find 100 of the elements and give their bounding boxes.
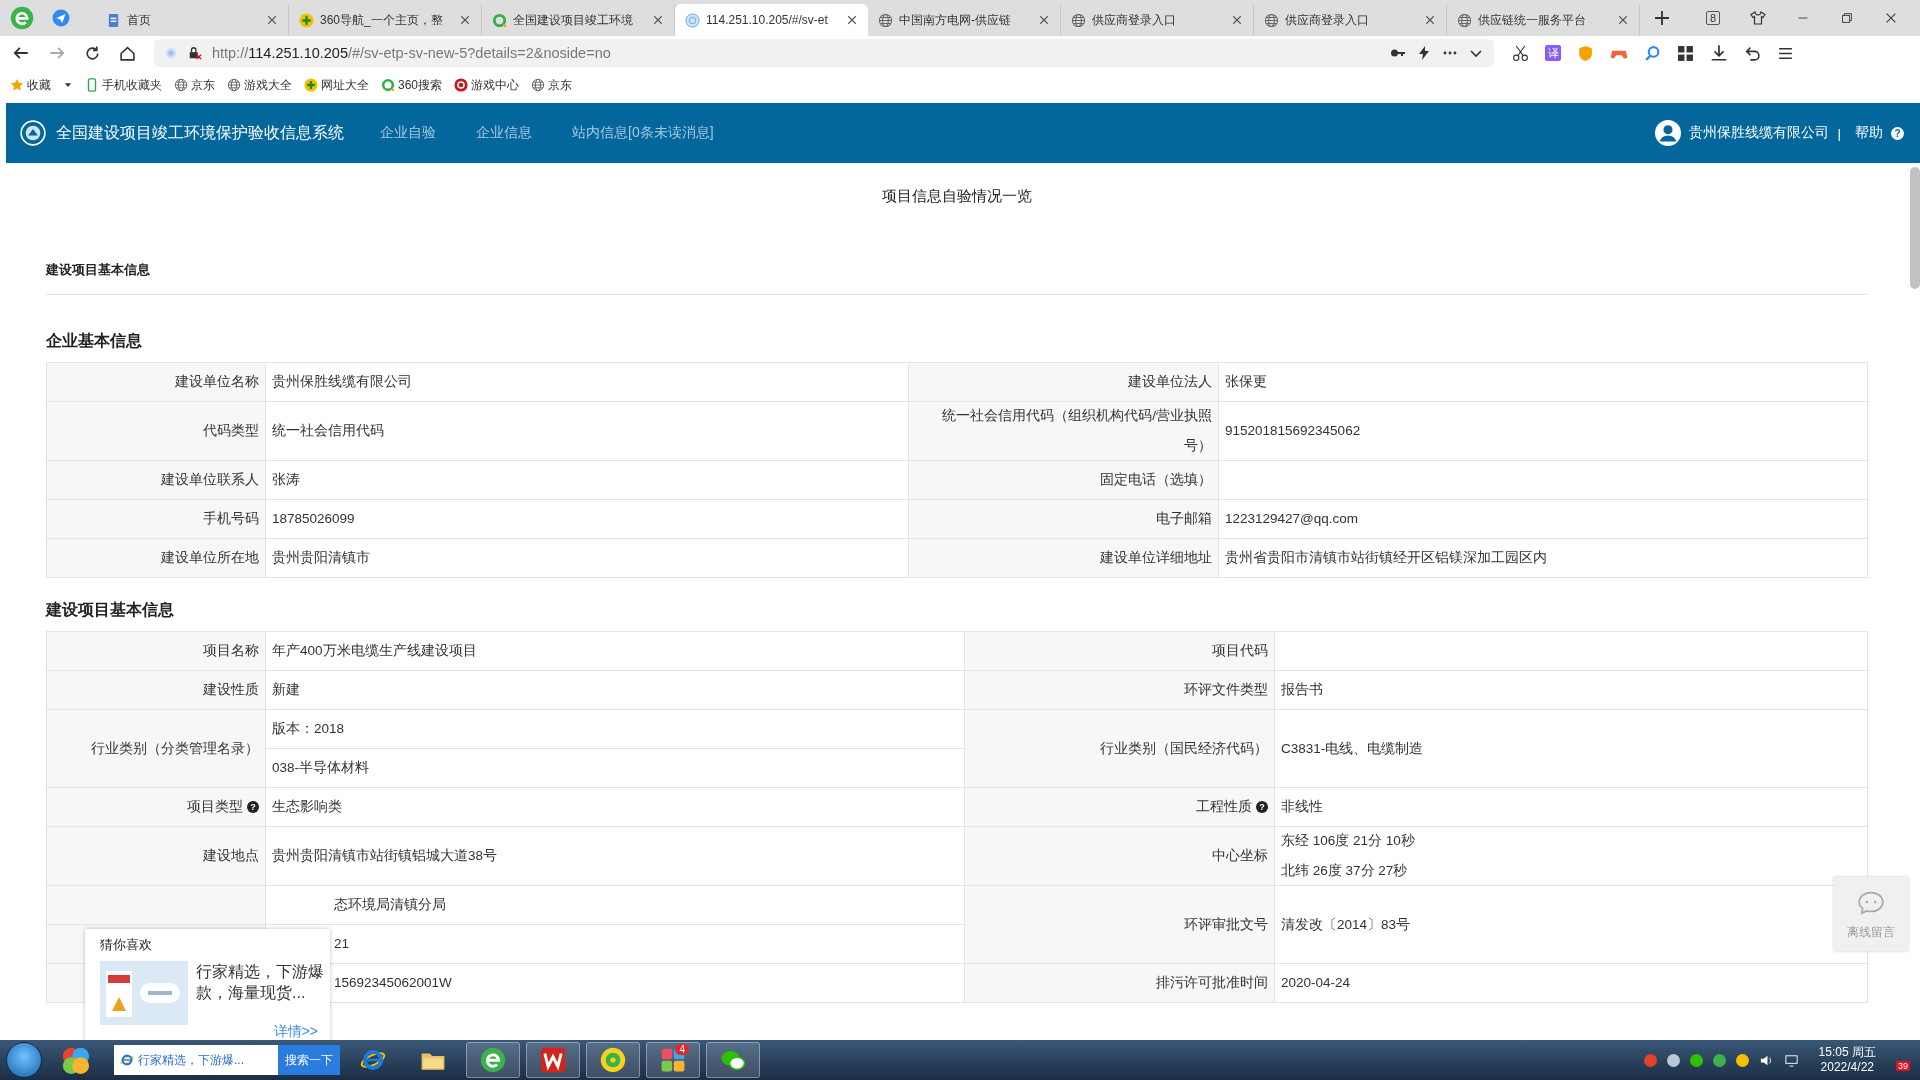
field-value: 18785026099 xyxy=(272,511,355,526)
help-icon[interactable]: ? xyxy=(1256,801,1268,813)
tray-icon[interactable] xyxy=(1643,1053,1657,1067)
search-field[interactable]: 行家精选，下游爆... xyxy=(114,1045,278,1075)
office-icon xyxy=(540,1047,566,1073)
taskbar-app[interactable] xyxy=(706,1042,760,1078)
tray-icon[interactable] xyxy=(1689,1053,1703,1067)
bookmark[interactable]: 手机收藏夹 xyxy=(85,76,162,94)
bookmark[interactable]: 网址大全 xyxy=(304,76,369,94)
browser-tab[interactable]: 114.251.10.205/#/sv-et xyxy=(675,4,868,36)
restore-icon xyxy=(1840,11,1854,25)
translate-button[interactable]: 译 xyxy=(1545,45,1561,61)
popup-text: 行家精选，下游爆款，海量现货... xyxy=(196,962,325,1003)
field-label: 工程性质 xyxy=(1196,798,1252,816)
nav-link[interactable]: 站内信息[0条未读消息] xyxy=(572,124,714,142)
clock-time[interactable]: 15:05 周五 xyxy=(1818,1045,1876,1060)
home-icon xyxy=(119,44,136,62)
bookmark[interactable]: 京东 xyxy=(531,76,573,94)
app-title: 全国建设项目竣工环境保护验收信息系统 xyxy=(56,122,344,143)
notification-count[interactable]: 39 xyxy=(1896,1061,1910,1071)
close-icon xyxy=(1038,14,1050,26)
help-icon[interactable]: ? xyxy=(1891,126,1904,140)
field-value: 版本：2018 xyxy=(272,720,345,738)
bookmark[interactable]: 游戏大全 xyxy=(227,76,292,94)
field-value: 生态影响类 xyxy=(272,799,342,814)
nav-link[interactable]: 企业信息 xyxy=(476,124,532,142)
field-label: 环评文件类型 xyxy=(1184,681,1268,699)
field-label: 行业类别（分类管理名录） xyxy=(91,739,259,758)
phone-icon xyxy=(85,78,99,92)
tray-icon[interactable] xyxy=(1666,1053,1680,1067)
taskbar-app[interactable]: 4 xyxy=(646,1042,700,1078)
close-icon xyxy=(1884,11,1898,25)
browser-tab[interactable]: 首页 xyxy=(96,4,289,36)
insecure-lock-icon xyxy=(188,46,202,60)
close-icon xyxy=(1424,14,1436,26)
shirt-icon xyxy=(1750,10,1766,26)
plus-icon xyxy=(299,12,314,28)
lightning-icon xyxy=(1416,45,1432,61)
bookmark[interactable]: 京东 xyxy=(174,76,215,94)
group-heading: 建设项目基本信息 xyxy=(46,601,174,618)
close-icon xyxy=(652,14,664,26)
page-icon xyxy=(106,12,121,28)
browser-tab[interactable]: 供应商登录入口 xyxy=(1061,4,1254,36)
address-bar[interactable]: http://114.251.10.205/#/sv-etp-sv-new-5?details=2&noside=no xyxy=(154,39,1494,67)
field-label: 排污许可批准时间 xyxy=(1156,974,1268,992)
browser-tab[interactable]: 中国南方电网-供应链 xyxy=(868,4,1061,36)
bookmark[interactable]: 360搜索 xyxy=(381,76,443,94)
field-label: 手机号码 xyxy=(203,510,259,528)
bookmark[interactable]: 游戏中心 xyxy=(454,76,520,94)
browser-tab[interactable]: 供应链统一服务平台 xyxy=(1447,4,1640,36)
search-button[interactable]: 搜索一下 xyxy=(278,1045,340,1075)
network-icon xyxy=(1783,1052,1799,1068)
close-icon xyxy=(846,14,858,26)
field-value: 贵州贵阳清镇市站街镇铝城大道38号 xyxy=(272,848,498,863)
globe-icon xyxy=(1071,12,1086,28)
seal-icon xyxy=(685,12,700,28)
company-name[interactable]: 贵州保胜线缆有限公司 xyxy=(1689,124,1830,142)
tray-icon[interactable] xyxy=(1735,1053,1749,1067)
field-value: 报告书 xyxy=(1281,682,1323,697)
help-link[interactable]: 帮助 xyxy=(1855,124,1883,142)
field-value: 贵州贵阳清镇市 xyxy=(272,550,370,565)
field-value: 统一社会信用代码 xyxy=(272,423,384,438)
field-value: C3831-电线、电缆制造 xyxy=(1281,740,1424,756)
new-tab-icon xyxy=(1654,10,1670,26)
field-value: 2020-04-24 xyxy=(1281,975,1351,990)
taskbar-app[interactable] xyxy=(526,1042,580,1078)
field-label: 中心坐标 xyxy=(1212,847,1268,865)
bookmark[interactable]: 收藏 xyxy=(10,76,51,94)
field-value: 张涛 xyxy=(272,472,300,487)
start-button[interactable] xyxy=(6,1042,42,1078)
field-label: 电子邮箱 xyxy=(1156,510,1212,528)
taskbar-app[interactable] xyxy=(466,1042,520,1078)
field-label: 项目代码 xyxy=(1212,642,1268,660)
scrollbar-thumb[interactable] xyxy=(1910,167,1920,289)
field-value: 新建 xyxy=(272,682,300,697)
field-value: 态环境局清镇分局 xyxy=(334,897,446,912)
tab-count[interactable]: 8 xyxy=(1705,11,1720,25)
nav-link[interactable]: 企业自验 xyxy=(380,124,436,142)
field-label: 建设单位法人 xyxy=(1128,373,1212,391)
details-link[interactable]: 详情>> xyxy=(273,1023,318,1040)
browser-icon xyxy=(480,1047,506,1073)
popup-title: 猜你喜欢 xyxy=(100,937,152,952)
browser-tab[interactable]: 360导航_一个主页，整 xyxy=(289,4,482,36)
download-icon xyxy=(1710,44,1728,62)
field-value: 年产400万米电缆生产线建设项目 xyxy=(272,643,477,658)
plus-icon xyxy=(304,78,318,92)
shield-badge-icon xyxy=(1577,44,1594,62)
help-icon[interactable]: ? xyxy=(247,801,259,813)
undo-icon xyxy=(1744,44,1761,62)
page-title: 项目信息自验情况一览 xyxy=(881,187,1032,204)
tray-icon[interactable] xyxy=(1712,1053,1726,1067)
field-value: 贵州省贵阳市清镇市站街镇经开区铝镁深加工园区内 xyxy=(1225,550,1547,565)
field-label: 建设单位详细地址 xyxy=(1100,549,1212,567)
send-icon xyxy=(52,9,70,27)
taskbar-app[interactable] xyxy=(586,1042,640,1078)
field-value: 21 xyxy=(334,936,350,951)
scissors-icon xyxy=(1512,44,1529,62)
group-heading: 企业基本信息 xyxy=(46,332,142,349)
clock-date[interactable]: 2022/4/22 xyxy=(1820,1060,1874,1075)
browser-tab[interactable]: 供应商登录入口 xyxy=(1254,4,1447,36)
